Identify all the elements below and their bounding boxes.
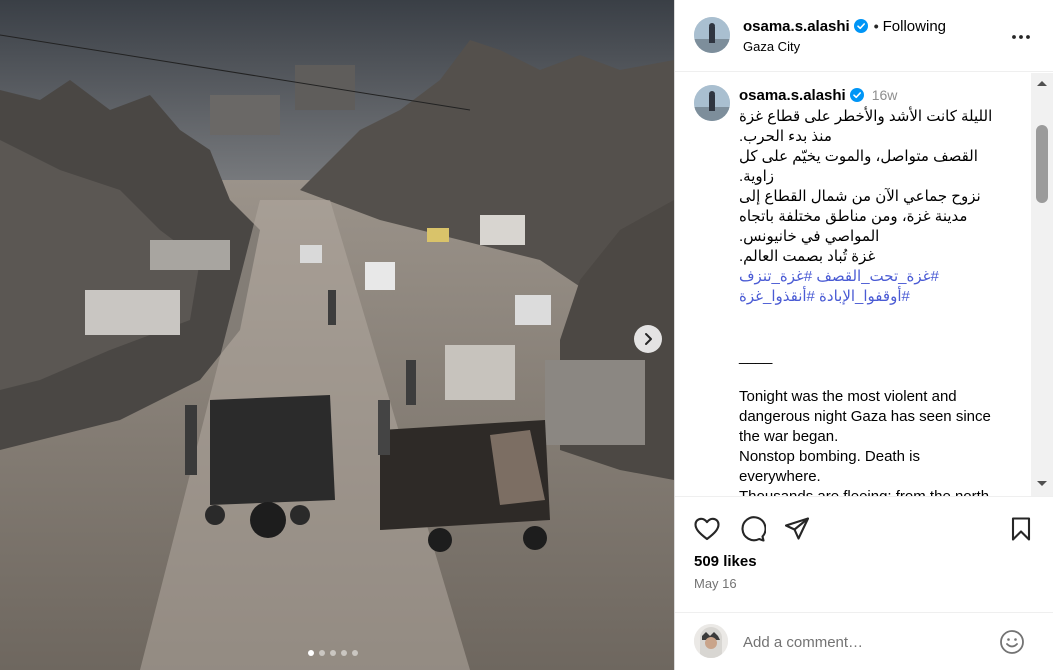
comment-input[interactable] xyxy=(743,631,983,653)
comment-bar xyxy=(675,612,1053,670)
caption-author-avatar[interactable] xyxy=(694,85,730,121)
verified-badge-icon xyxy=(853,19,868,37)
caption-scroll-area[interactable]: osama.s.alashi 16w الليلة كانت الأشد والأ… xyxy=(675,73,1031,496)
war-ruins-street-image xyxy=(0,0,674,670)
separator-dot: • xyxy=(873,18,879,34)
emoji-icon xyxy=(1000,630,1024,654)
carousel-indicator xyxy=(308,650,358,656)
post-photo[interactable] xyxy=(0,0,674,670)
post-side-panel: osama.s.alashi • Following Gaza City osama… xyxy=(674,0,1054,670)
author-avatar[interactable] xyxy=(694,17,730,53)
carousel-dot xyxy=(352,650,358,656)
author-username[interactable]: osama.s.alashi xyxy=(743,18,850,35)
avatar-image xyxy=(694,624,728,658)
post-location[interactable]: Gaza City xyxy=(743,39,800,54)
chevron-right-icon xyxy=(645,333,652,345)
caption-english-line: Nonstop bombing. Death is everywhere. xyxy=(739,448,920,485)
post-date: May 16 xyxy=(694,576,737,591)
avatar-image xyxy=(694,17,730,53)
comment-icon xyxy=(741,516,767,542)
caption-english-line: Thousands are fleeing: from the north to… xyxy=(739,487,1001,496)
author-header-line: osama.s.alashi • Following xyxy=(743,18,946,37)
caption-arabic-line: الليلة كانت الأشد والأخطر على قطاع غزة م… xyxy=(739,108,993,145)
carousel-dot xyxy=(308,650,314,656)
scrollbar-thumb[interactable] xyxy=(1036,125,1048,203)
likes-count[interactable]: 509 likes xyxy=(694,553,757,570)
emoji-button[interactable] xyxy=(999,629,1025,655)
share-icon xyxy=(784,517,810,540)
caption-arabic-line: القصف متواصل، والموت يخيّم على كل زاوية. xyxy=(739,148,978,185)
scroll-down-arrow-icon[interactable] xyxy=(1036,479,1048,489)
heart-icon xyxy=(694,517,720,541)
carousel-dot xyxy=(330,650,336,656)
caption-arabic-line: غزة تُباد بصمت العالم. xyxy=(739,248,876,265)
post-actions: 509 likes May 16 xyxy=(675,496,1053,606)
share-button[interactable] xyxy=(783,515,811,543)
post-header: osama.s.alashi • Following Gaza City xyxy=(675,0,1053,72)
avatar-image xyxy=(694,85,730,121)
comment-button[interactable] xyxy=(738,515,767,543)
caption-username[interactable]: osama.s.alashi xyxy=(739,87,846,104)
post-age[interactable]: 16w xyxy=(872,87,898,103)
scroll-up-arrow-icon[interactable] xyxy=(1036,78,1048,88)
caption-divider: ____ xyxy=(739,348,773,365)
next-image-button[interactable] xyxy=(634,325,662,353)
more-options-icon xyxy=(1012,35,1030,39)
current-user-avatar xyxy=(694,624,728,658)
carousel-dot xyxy=(319,650,325,656)
carousel-dot xyxy=(341,650,347,656)
more-options-button[interactable] xyxy=(1009,25,1033,49)
save-button[interactable] xyxy=(1007,515,1035,543)
like-button[interactable] xyxy=(693,515,721,543)
hashtag-links[interactable]: #غزة_تحت_القصف #غزة_تنزف #أوقفوا_الإبادة… xyxy=(739,267,1001,307)
caption-header: osama.s.alashi 16w xyxy=(739,87,897,106)
caption-text: الليلة كانت الأشد والأخطر على قطاع غزة م… xyxy=(739,107,1001,496)
following-button[interactable]: Following xyxy=(883,18,946,35)
caption-english-line: Tonight was the most violent and dangero… xyxy=(739,388,991,445)
bookmark-icon xyxy=(1011,517,1031,541)
caption-arabic-line: نزوح جماعي الآن من شمال القطاع إلى مدينة… xyxy=(739,188,981,245)
verified-badge-icon xyxy=(849,88,864,106)
caption-scrollbar[interactable] xyxy=(1031,73,1053,496)
